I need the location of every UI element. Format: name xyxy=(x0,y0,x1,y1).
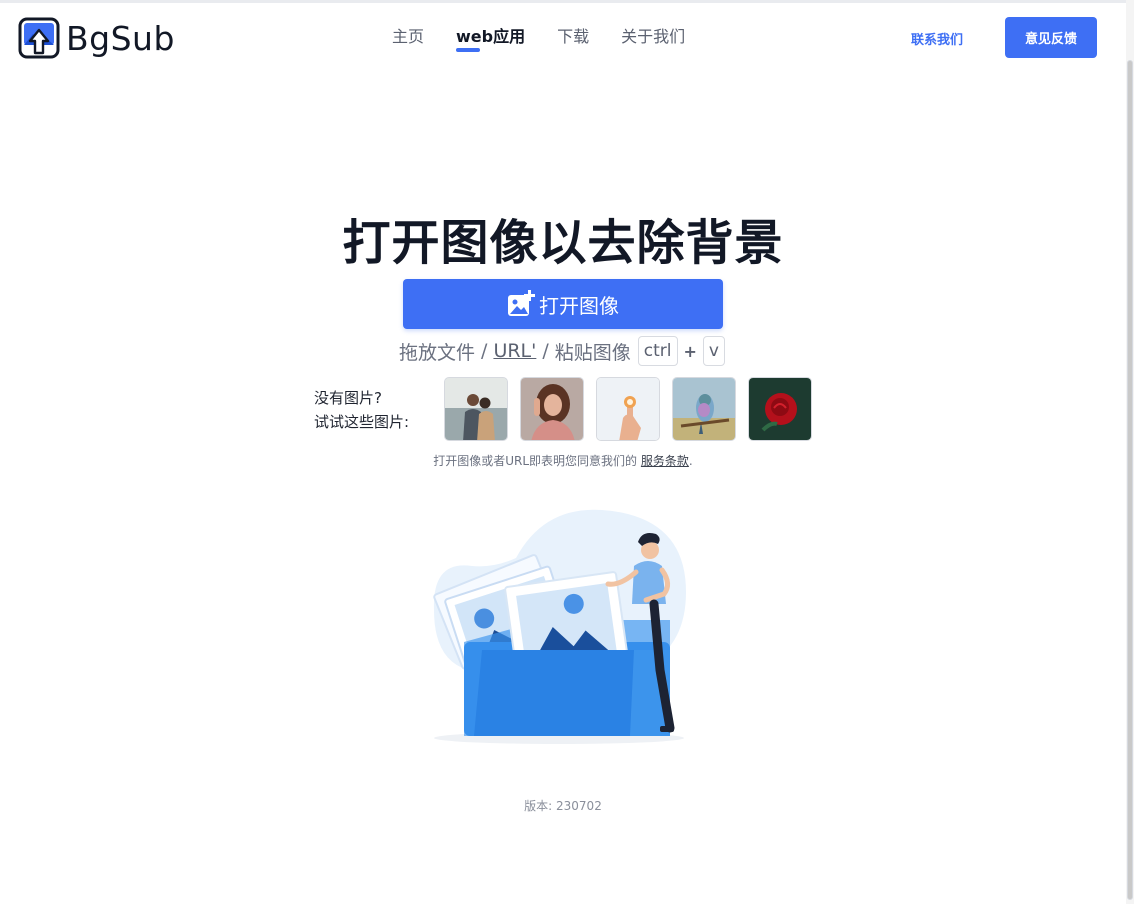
open-image-button[interactable]: 打开图像 xyxy=(403,279,723,329)
page-scrollbar[interactable] xyxy=(1126,0,1134,904)
logo[interactable]: BgSub xyxy=(18,16,175,60)
main-nav: 主页 web应用 下载 关于我们 xyxy=(392,23,685,52)
separator: / xyxy=(481,340,488,362)
terms-text: 打开图像或者URL即表明您同意我们的 xyxy=(433,454,638,468)
key-plus: + xyxy=(683,341,697,361)
bird-photo xyxy=(673,378,735,440)
sample-images xyxy=(444,377,812,441)
feedback-button[interactable]: 意见反馈 xyxy=(1005,17,1097,58)
terms-notice: 打开图像或者URL即表明您同意我们的 服务条款. xyxy=(0,452,1126,469)
key-v: v xyxy=(702,336,725,366)
separator: / xyxy=(542,340,549,362)
nav-label: web应用 xyxy=(456,27,526,46)
page-title: 打开图像以去除背景 xyxy=(342,215,784,271)
scrollbar-thumb[interactable] xyxy=(1127,60,1133,900)
url-link[interactable]: URL' xyxy=(493,340,536,362)
nav-item-download[interactable]: 下载 xyxy=(557,23,589,47)
terms-of-service-link[interactable]: 服务条款 xyxy=(641,454,689,468)
logo-icon xyxy=(18,17,60,59)
drop-hint: 拖放文件 / URL' / 粘贴图像 ctrl + v xyxy=(0,336,1126,366)
couple-photo xyxy=(445,378,507,440)
contact-link[interactable]: 联系我们 xyxy=(911,29,963,48)
drop-files-text: 拖放文件 xyxy=(399,341,476,364)
samples-label-line1: 没有图片? xyxy=(314,389,382,407)
add-image-icon xyxy=(508,290,535,316)
nav-label: 关于我们 xyxy=(621,27,686,46)
key-ctrl: ctrl xyxy=(637,336,678,366)
nav-item-home[interactable]: 主页 xyxy=(392,23,424,47)
nav-label: 下载 xyxy=(557,27,590,46)
nav-item-about[interactable]: 关于我们 xyxy=(621,23,685,47)
nav-label: 主页 xyxy=(392,27,425,46)
sample-image-rose[interactable] xyxy=(748,377,812,441)
woman-photo xyxy=(521,378,583,440)
header: BgSub 主页 web应用 下载 关于我们 联系我们 意见反馈 xyxy=(0,3,1126,73)
terms-suffix: . xyxy=(688,454,693,468)
nav-item-webapp[interactable]: web应用 xyxy=(456,23,526,52)
open-image-label: 打开图像 xyxy=(539,293,619,318)
upload-illustration xyxy=(433,509,686,744)
sample-image-bird[interactable] xyxy=(672,377,736,441)
sample-image-woman[interactable] xyxy=(520,377,584,441)
hand-ring-photo xyxy=(597,378,659,440)
sample-image-hand[interactable] xyxy=(596,377,660,441)
paste-image-text: 粘贴图像 xyxy=(554,341,631,364)
active-indicator xyxy=(456,48,481,52)
samples-label-line2: 试试这些图片: xyxy=(314,413,410,431)
logo-text: BgSub xyxy=(66,18,175,58)
samples-label: 没有图片? 试试这些图片: xyxy=(314,386,409,434)
version-label: 版本: 230702 xyxy=(524,799,602,813)
sample-image-couple[interactable] xyxy=(444,377,508,441)
rose-photo xyxy=(749,378,811,440)
